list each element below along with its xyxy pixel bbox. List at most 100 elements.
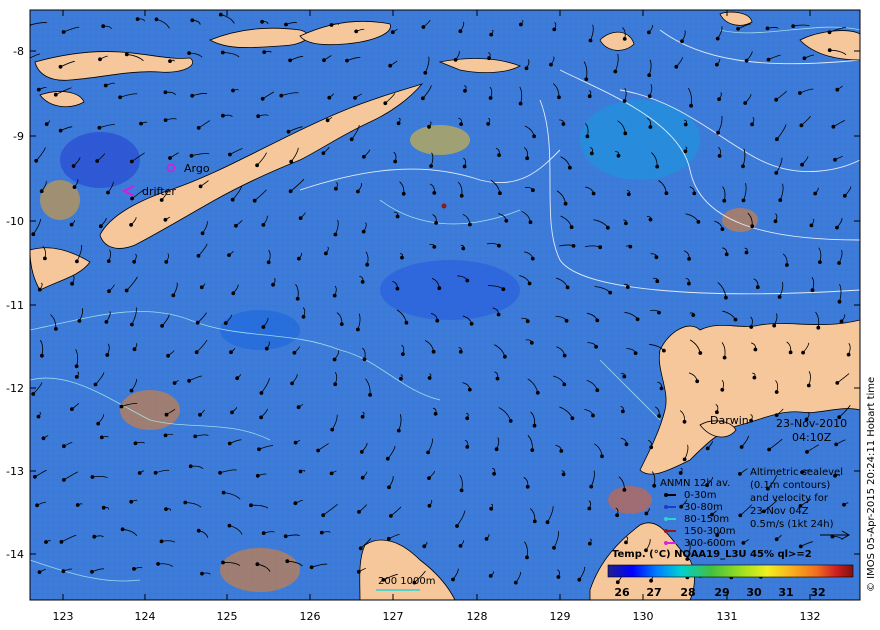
velocity-arrow-head	[486, 122, 491, 126]
velocity-arrow-head	[798, 91, 802, 95]
velocity-arrow-head	[259, 391, 264, 395]
velocity-arrow-head	[220, 50, 225, 55]
velocity-arrow-head	[262, 50, 267, 54]
velocity-arrow-head	[559, 449, 564, 453]
velocity-arrow-head	[495, 376, 500, 381]
velocity-arrow-head	[103, 83, 108, 88]
velocity-arrow-head	[129, 159, 134, 164]
velocity-arrow-head	[223, 321, 228, 326]
velocity-arrow-head	[615, 513, 619, 518]
velocity-arrow-head	[255, 562, 260, 567]
colorbar-tick: 27	[646, 586, 661, 599]
velocity-arrow-head	[753, 347, 758, 352]
velocity-arrow-head	[154, 17, 159, 22]
velocity-arrow-head	[692, 191, 697, 196]
velocity-arrow-head	[296, 405, 301, 410]
velocity-arrow-head	[98, 57, 102, 62]
velocity-arrow-head	[187, 378, 192, 383]
velocity-arrow-head	[309, 565, 314, 570]
velocity-arrow-head	[163, 118, 168, 122]
velocity-arrow-head	[35, 503, 39, 508]
velocity-arrow-head	[120, 527, 125, 532]
velocity-arrow-head	[293, 501, 298, 506]
velocity-arrow-head	[837, 299, 842, 304]
sst-map: -8 -9 -10 -11 -12 -13 -14 123 124 125 12…	[6, 9, 861, 623]
velocity-arrow-head	[264, 346, 269, 351]
lat-label: -11	[6, 299, 24, 312]
velocity-arrow-head	[101, 505, 106, 510]
velocity-arrow-head	[791, 24, 796, 29]
mooring-marker	[441, 203, 447, 209]
velocity-arrow-head	[497, 153, 502, 158]
velocity-arrow-head	[750, 122, 754, 127]
velocity-arrow-head	[809, 223, 814, 228]
latitude-axis: -8 -9 -10 -11 -12 -13 -14	[6, 45, 24, 561]
velocity-arrow-head	[508, 419, 513, 423]
velocity-arrow-head	[321, 513, 326, 518]
velocity-arrow-head	[124, 288, 129, 293]
velocity-arrow-head	[230, 197, 235, 202]
velocity-arrow-head	[139, 121, 143, 126]
velocity-arrow-head	[662, 348, 666, 353]
velocity-arrow-head	[606, 225, 610, 230]
velocity-arrow-head	[426, 450, 431, 455]
velocity-arrow-head	[422, 544, 427, 549]
velocity-arrow-head	[198, 412, 202, 417]
velocity-arrow-head	[427, 503, 432, 508]
velocity-arrow-head	[647, 73, 652, 78]
lon-label: 124	[135, 610, 156, 623]
velocity-arrow-head	[288, 58, 293, 63]
velocity-arrow-head	[682, 419, 687, 424]
velocity-arrow-head	[705, 446, 710, 451]
altimetry-line: and velocity for	[750, 493, 829, 504]
velocity-arrow-head	[37, 287, 42, 292]
velocity-arrow-head	[261, 325, 266, 329]
velocity-arrow-head	[831, 124, 836, 129]
depth-swatch-dot	[664, 505, 668, 509]
velocity-arrow-head	[34, 158, 39, 163]
velocity-arrow-head	[624, 221, 628, 226]
velocity-arrow-head	[196, 528, 201, 533]
lat-label: -13	[6, 465, 24, 478]
depth-contour-key: 200 1000m	[378, 576, 435, 587]
velocity-arrow-head	[628, 244, 633, 249]
velocity-arrow-head	[293, 440, 298, 445]
velocity-arrow-head	[527, 281, 532, 286]
depth-label: 0-30m	[684, 490, 716, 501]
velocity-arrow-head	[595, 318, 600, 323]
velocity-arrow-head	[70, 281, 74, 286]
darwin-label: Darwin	[710, 414, 749, 427]
velocity-arrow-head	[432, 245, 437, 249]
velocity-arrow-head	[459, 488, 464, 493]
velocity-arrow-head	[624, 442, 629, 447]
velocity-arrow-head	[388, 63, 393, 68]
velocity-arrow-head	[395, 214, 400, 219]
velocity-arrow-head	[43, 256, 47, 261]
velocity-arrow-head	[221, 490, 226, 495]
velocity-arrow-head	[810, 288, 815, 293]
velocity-arrow-head	[800, 162, 804, 167]
velocity-arrow-head	[818, 260, 822, 265]
velocity-arrow-head	[744, 58, 749, 63]
velocity-arrow-head	[587, 94, 592, 99]
velocity-arrow-head	[256, 114, 261, 119]
velocity-arrow-head	[255, 473, 260, 478]
velocity-arrow-head	[427, 476, 431, 481]
velocity-arrow-head	[218, 12, 223, 17]
velocity-arrow-head	[451, 577, 455, 582]
velocity-arrow-head	[750, 224, 755, 229]
velocity-arrow-head	[164, 507, 168, 512]
altimetry-line: 0.5m/s (1kt 24h)	[750, 519, 834, 530]
velocity-arrow-head	[624, 540, 628, 545]
velocity-arrow-head	[462, 164, 467, 169]
velocity-arrow-head	[261, 223, 266, 227]
velocity-arrow-head	[132, 347, 137, 352]
velocity-arrow-head	[261, 531, 266, 535]
velocity-arrow-head	[743, 101, 748, 105]
velocity-arrow-head	[36, 414, 41, 419]
velocity-arrow-head	[504, 218, 509, 223]
velocity-arrow-head	[696, 220, 701, 224]
velocity-arrow-head	[616, 153, 621, 158]
velocity-arrow-head	[715, 36, 720, 41]
velocity-arrow-head	[774, 171, 779, 175]
